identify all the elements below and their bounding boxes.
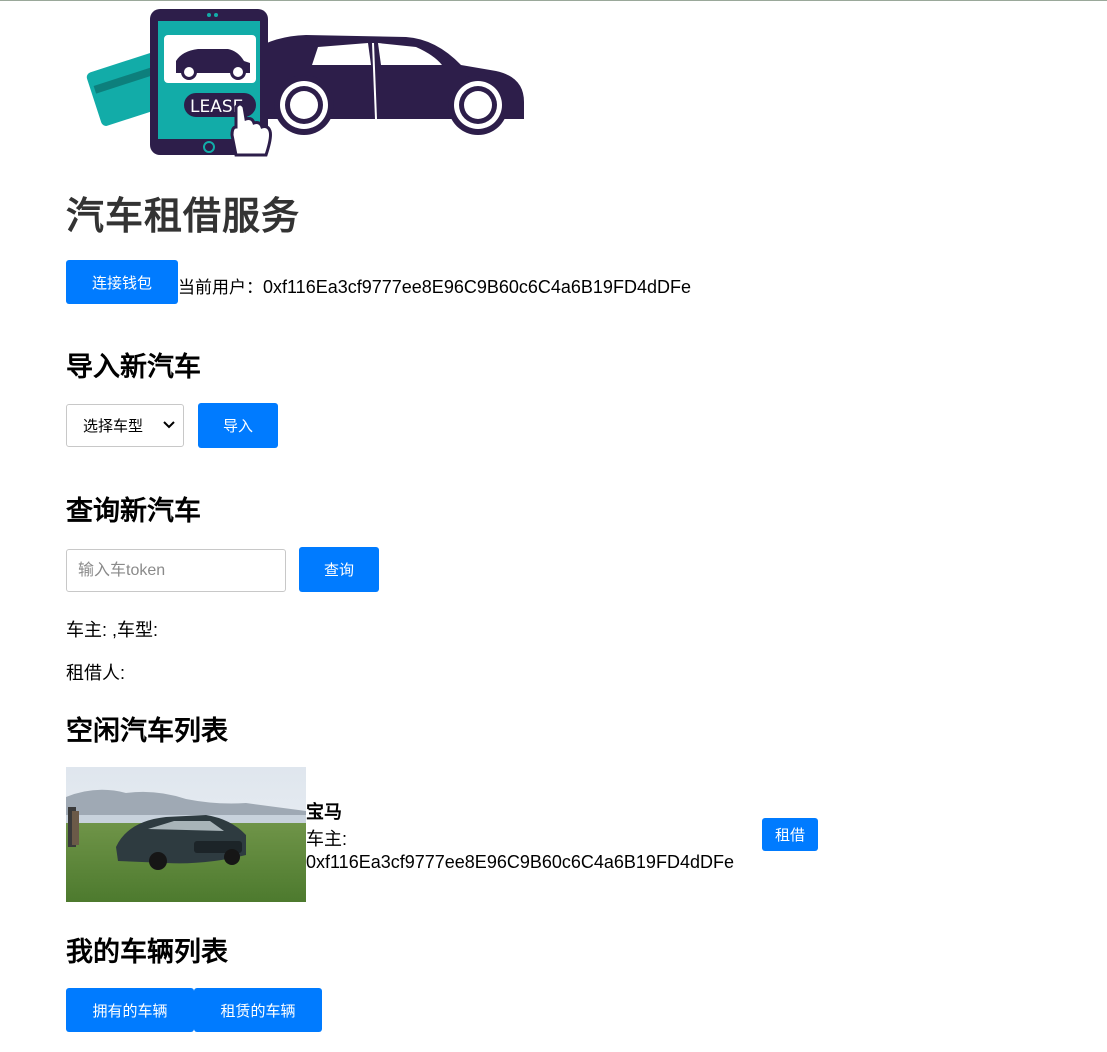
my-cars-heading: 我的车辆列表	[66, 937, 228, 968]
car-owner-address: 0xf116Ea3cf9777ee8E96C9B60c6C4a6B19FD4dD…	[306, 852, 734, 872]
car-image	[66, 767, 306, 902]
query-renter: 租借人:	[66, 663, 126, 683]
current-user: 当前用户：0xf116Ea3cf9777ee8E96C9B60c6C4a6B19…	[178, 273, 691, 298]
car-owner-label: 车主:	[306, 829, 348, 849]
owned-cars-button[interactable]: 拥有的车辆	[66, 988, 194, 1032]
car-token-input[interactable]	[66, 549, 286, 592]
rent-button[interactable]: 租借	[762, 818, 818, 851]
current-user-label: 当前用户：	[178, 278, 263, 298]
available-heading: 空闲汽车列表	[66, 716, 228, 747]
page-title: 汽车租借服务	[66, 194, 301, 238]
car-type-select[interactable]: 选择车型	[66, 404, 184, 447]
query-button[interactable]: 查询	[299, 547, 379, 592]
car-silhouette-icon	[236, 35, 524, 135]
lease-logo: LEASE	[86, 9, 524, 157]
car-owner: 车主: 0xf116Ea3cf9777ee8E96C9B60c6C4a6B19F…	[306, 828, 766, 874]
import-heading: 导入新汽车	[66, 352, 201, 383]
car-type-select-value: 选择车型	[83, 417, 144, 435]
connect-wallet-button[interactable]: 连接钱包	[66, 260, 178, 304]
import-button[interactable]: 导入	[198, 403, 278, 448]
chevron-down-icon	[163, 421, 175, 429]
car-name: 宝马	[306, 802, 342, 823]
current-user-address: 0xf116Ea3cf9777ee8E96C9B60c6C4a6B19FD4dD…	[263, 277, 691, 297]
query-heading: 查询新汽车	[66, 496, 201, 527]
rented-cars-button[interactable]: 租赁的车辆	[194, 988, 322, 1032]
query-owner-type: 车主: ,车型:	[66, 620, 159, 640]
